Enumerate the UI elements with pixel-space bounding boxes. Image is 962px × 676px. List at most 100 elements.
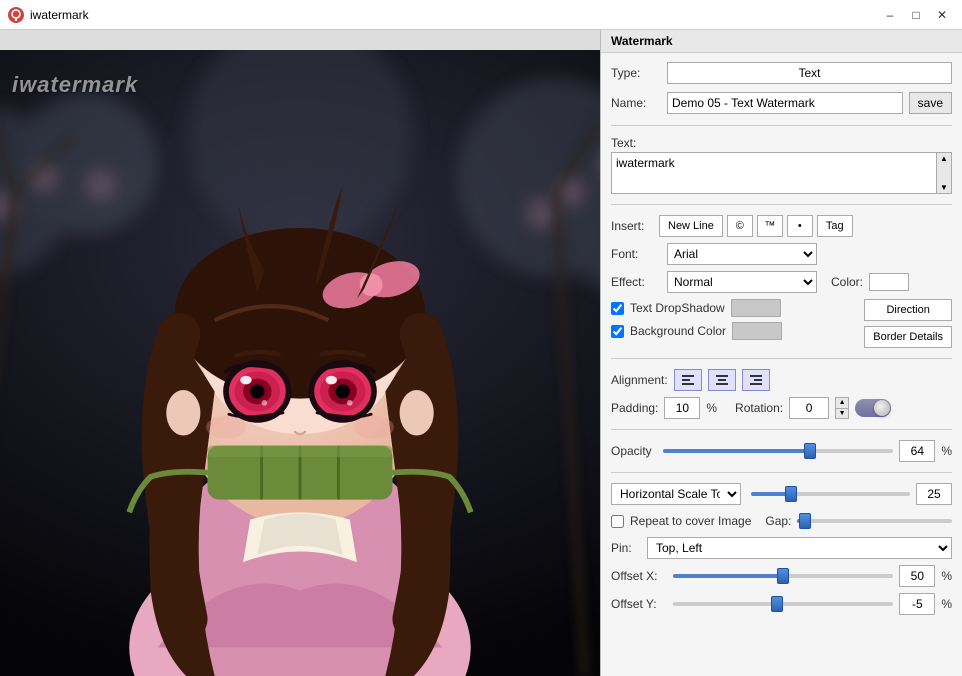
gap-thumb[interactable]: [799, 513, 811, 529]
close-button[interactable]: ✕: [930, 5, 954, 25]
pin-row: Pin: Top, Left Top, Center Top, Right Ce…: [611, 537, 952, 559]
dropshadow-checkbox[interactable]: [611, 302, 624, 315]
bgcolor-checkbox[interactable]: [611, 325, 624, 338]
dropshadow-row: Text DropShadow: [611, 299, 854, 317]
dropshadow-color[interactable]: [731, 299, 781, 317]
name-input[interactable]: [667, 92, 903, 114]
gap-slider-container: [797, 511, 952, 531]
offsety-value[interactable]: [899, 593, 935, 615]
bgcolor-label[interactable]: Background Color: [630, 324, 726, 338]
type-row: Type: Text: [611, 61, 952, 85]
direction-button[interactable]: Direction: [864, 299, 952, 321]
color-picker[interactable]: [869, 273, 909, 291]
font-row: Font: Arial Arial Bold Times New Roman H…: [611, 243, 952, 265]
font-select[interactable]: Arial Arial Bold Times New Roman Helveti…: [667, 243, 817, 265]
watermark-overlay: iwatermark: [12, 72, 138, 98]
bullet-button[interactable]: •: [787, 215, 813, 237]
panel-header: Watermark: [601, 30, 962, 53]
text-section: Text: iwatermark ▲ ▼: [611, 136, 952, 194]
offsety-thumb[interactable]: [771, 596, 783, 612]
text-input[interactable]: iwatermark: [611, 152, 952, 194]
copyright-button[interactable]: ©: [727, 215, 753, 237]
offsetx-thumb[interactable]: [777, 568, 789, 584]
type-button[interactable]: Text: [667, 62, 952, 84]
anime-scene: [0, 50, 600, 676]
btn-col: Direction Border Details: [864, 299, 952, 348]
offsetx-value[interactable]: [899, 565, 935, 587]
align-left-button[interactable]: [674, 369, 702, 391]
opacity-value[interactable]: [899, 440, 935, 462]
divider-1: [611, 125, 952, 126]
align-center-button[interactable]: [708, 369, 736, 391]
app-icon: [8, 7, 24, 23]
scroll-up-btn[interactable]: ▲: [937, 153, 951, 164]
bgcolor-color[interactable]: [732, 322, 782, 340]
scale-row: Horizontal Scale To: Vertical Scale To: …: [611, 483, 952, 505]
control-panel: Watermark Type: Text Name: save Text: iw…: [600, 30, 962, 676]
padding-input[interactable]: [664, 397, 700, 419]
repeat-label[interactable]: Repeat to cover Image: [630, 514, 751, 528]
spin-up[interactable]: ▲: [836, 398, 848, 409]
insert-row: Insert: New Line © ™ • Tag: [611, 215, 952, 237]
opacity-thumb[interactable]: [804, 443, 816, 459]
opacity-row: Opacity %: [611, 440, 952, 462]
checkbox-buttons-row: Text DropShadow Background Color Directi…: [611, 299, 952, 348]
title-bar-left: iwatermark: [8, 7, 89, 23]
pin-select[interactable]: Top, Left Top, Center Top, Right Center,…: [647, 537, 952, 559]
offsety-fill: [673, 602, 777, 606]
rotation-input[interactable]: [789, 397, 829, 419]
panel-body: Type: Text Name: save Text: iwatermark ▲…: [601, 53, 962, 623]
tm-button[interactable]: ™: [757, 215, 783, 237]
effect-select[interactable]: Normal Emboss Engrave Shadow Outline: [667, 271, 817, 293]
name-row: Name: save: [611, 91, 952, 115]
repeat-checkbox[interactable]: [611, 515, 624, 528]
offsety-slider-container: [673, 594, 893, 614]
scale-track: [751, 492, 910, 496]
app-title: iwatermark: [30, 8, 89, 22]
offsety-label: Offset Y:: [611, 597, 667, 611]
scroll-down-btn[interactable]: ▼: [937, 182, 951, 193]
insert-label: Insert:: [611, 219, 655, 233]
effect-label: Effect:: [611, 275, 661, 289]
opacity-fill: [663, 449, 810, 453]
scrollbar[interactable]: ▲ ▼: [936, 152, 952, 194]
scale-slider-container: [751, 484, 910, 504]
image-container: iwatermark: [0, 50, 600, 676]
save-button[interactable]: save: [909, 92, 952, 114]
divider-3: [611, 358, 952, 359]
spin-down[interactable]: ▼: [836, 409, 848, 419]
main-content: iwatermark Watermark Type: Text Name: sa…: [0, 30, 962, 676]
newline-button[interactable]: New Line: [659, 215, 723, 237]
offsetx-unit: %: [941, 569, 952, 583]
align-padding-section: Alignment:: [611, 369, 952, 391]
border-button[interactable]: Border Details: [864, 326, 952, 348]
padding-section: Padding: % Rotation: ▲ ▼: [611, 397, 952, 419]
align-right-button[interactable]: [742, 369, 770, 391]
offsety-track: [673, 602, 893, 606]
pin-label: Pin:: [611, 541, 641, 555]
title-bar: iwatermark – □ ✕: [0, 0, 962, 30]
minimize-button[interactable]: –: [878, 5, 902, 25]
padding-label: Padding:: [611, 401, 658, 415]
toggle-knob: [874, 400, 890, 416]
type-label: Type:: [611, 66, 661, 80]
opacity-slider-container: [663, 441, 893, 461]
rotation-label: Rotation:: [735, 401, 783, 415]
window-controls: – □ ✕: [878, 5, 954, 25]
color-label: Color:: [831, 275, 863, 289]
scale-select[interactable]: Horizontal Scale To: Vertical Scale To: …: [611, 483, 741, 505]
rotation-spinner[interactable]: ▲ ▼: [835, 397, 849, 419]
tag-button[interactable]: Tag: [817, 215, 853, 237]
alignment-row: Alignment:: [611, 369, 770, 391]
offsetx-fill: [673, 574, 783, 578]
image-panel: iwatermark: [0, 30, 600, 676]
dropshadow-label[interactable]: Text DropShadow: [630, 301, 725, 315]
scale-value[interactable]: [916, 483, 952, 505]
opacity-unit: %: [941, 444, 952, 458]
divider-5: [611, 472, 952, 473]
offsety-row: Offset Y: %: [611, 593, 952, 615]
maximize-button[interactable]: □: [904, 5, 928, 25]
toggle-switch[interactable]: [855, 399, 891, 417]
scale-thumb[interactable]: [785, 486, 797, 502]
textarea-container: iwatermark ▲ ▼: [611, 152, 952, 194]
